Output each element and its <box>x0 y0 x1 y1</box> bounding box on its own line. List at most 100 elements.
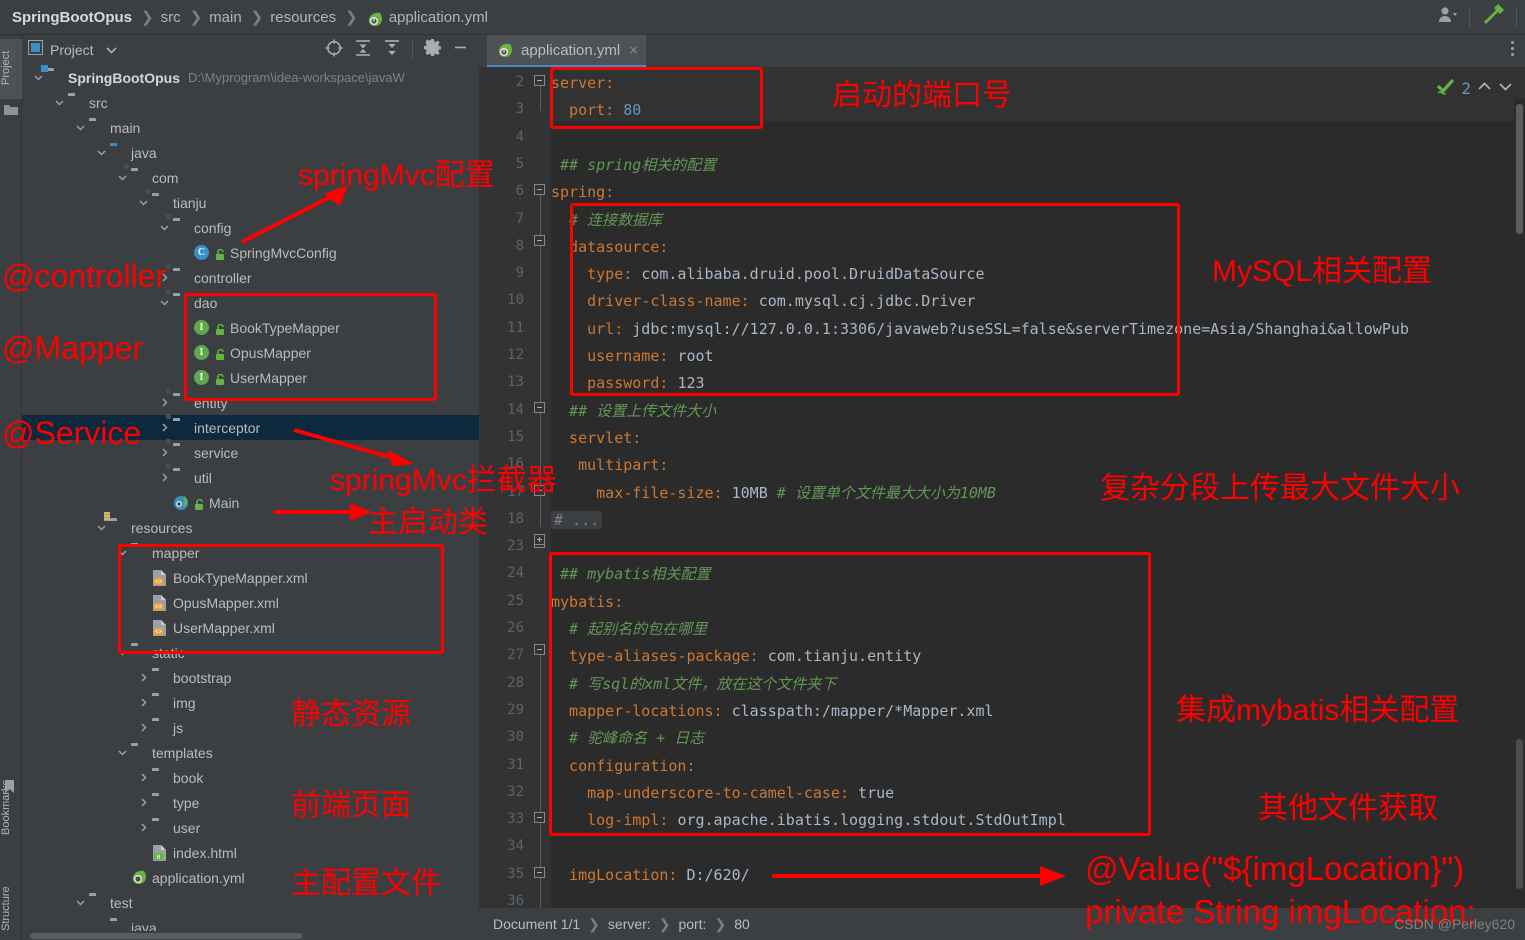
tree-node-bootstrap[interactable]: bootstrap <box>22 665 479 690</box>
fold-toggle-icon[interactable] <box>534 75 545 86</box>
tree-node-tianju[interactable]: tianju <box>22 190 479 215</box>
hammer-build-icon[interactable] <box>1480 2 1506 33</box>
chevron-right-icon[interactable] <box>137 771 150 784</box>
breadcrumb-item-project[interactable]: SpringBootOpus <box>12 9 132 26</box>
code-line[interactable]: server: <box>551 75 614 91</box>
status-server[interactable]: server: <box>608 916 651 932</box>
tree-node-img[interactable]: img <box>22 690 479 715</box>
tree-node-index-html[interactable]: Hindex.html <box>22 840 479 865</box>
breadcrumb-item-resources[interactable]: resources <box>270 9 336 26</box>
code-line[interactable]: multipart: <box>551 457 668 473</box>
chevron-down-icon[interactable] <box>137 196 150 209</box>
editor-tab-application-yml[interactable]: application.yml × <box>487 35 646 67</box>
editor-vertical-scrollbar[interactable] <box>1514 99 1525 908</box>
chevron-down-icon[interactable] <box>74 896 87 909</box>
expand-all-icon[interactable] <box>354 39 372 62</box>
chevron-down-icon[interactable] <box>158 221 171 234</box>
code-line[interactable]: # ... <box>551 510 603 529</box>
tree-node-booktypemapper[interactable]: I BookTypeMapper <box>22 315 479 340</box>
scrollbar-thumb[interactable] <box>30 933 302 939</box>
tree-node-controller[interactable]: controller <box>22 265 479 290</box>
tree-node-springbootopus[interactable]: SpringBootOpus D:\Myprogram\idea-workspac… <box>22 65 479 90</box>
tool-tab-structure[interactable]: Structure <box>0 880 22 940</box>
tree-node-test[interactable]: test <box>22 890 479 915</box>
chevron-right-icon[interactable] <box>158 421 171 434</box>
chevron-right-icon[interactable] <box>158 271 171 284</box>
tree-node-main[interactable]: main <box>22 115 479 140</box>
tree-node-com[interactable]: com <box>22 165 479 190</box>
collapse-all-icon[interactable] <box>383 39 401 62</box>
tree-node-dao[interactable]: dao <box>22 290 479 315</box>
chevron-down-icon[interactable] <box>1498 79 1513 97</box>
code-line[interactable]: datasource: <box>551 239 668 255</box>
project-dropdown-icon[interactable] <box>106 41 117 59</box>
chevron-right-icon[interactable] <box>158 471 171 484</box>
fold-toggle-icon[interactable] <box>534 812 545 823</box>
code-line[interactable]: configuration: <box>551 758 695 774</box>
fold-toggle-icon[interactable] <box>534 867 545 878</box>
chevron-down-icon[interactable] <box>32 71 45 84</box>
fold-toggle-icon[interactable] <box>534 402 545 413</box>
tree-node-static[interactable]: static <box>22 640 479 665</box>
tree-node-opusmapper-xml[interactable]: <> OpusMapper.xml <box>22 590 479 615</box>
chevron-down-icon[interactable] <box>116 546 129 559</box>
breadcrumb-item-src[interactable]: src <box>161 9 181 26</box>
bookmark-icon[interactable] <box>4 780 18 793</box>
chevron-down-icon[interactable] <box>95 146 108 159</box>
chevron-right-icon[interactable] <box>158 396 171 409</box>
chevron-right-icon[interactable] <box>137 671 150 684</box>
fold-toggle-icon[interactable] <box>534 235 545 246</box>
code-line[interactable]: # 连接数据库 <box>551 212 662 228</box>
chevron-right-icon[interactable] <box>158 446 171 459</box>
chevron-down-icon[interactable] <box>53 96 66 109</box>
chevron-right-icon[interactable] <box>137 821 150 834</box>
code-line[interactable]: log-impl: org.apache.ibatis.logging.stdo… <box>551 812 1066 828</box>
locate-target-icon[interactable] <box>325 39 343 62</box>
chevron-down-icon[interactable] <box>116 646 129 659</box>
chevron-down-icon[interactable] <box>158 296 171 309</box>
tree-node-templates[interactable]: templates <box>22 740 479 765</box>
breadcrumb-item-main[interactable]: main <box>209 9 242 26</box>
chevron-right-icon[interactable] <box>137 796 150 809</box>
close-icon[interactable]: × <box>629 42 638 59</box>
tree-node-opusmapper[interactable]: I OpusMapper <box>22 340 479 365</box>
code-line[interactable]: type-aliases-package: com.tianju.entity <box>551 648 921 664</box>
code-line[interactable]: type: com.alibaba.druid.pool.DruidDataSo… <box>551 266 984 282</box>
code-line[interactable]: max-file-size: 10MB # 设置单个文件最大大小为10MB <box>551 485 996 501</box>
chevron-down-icon[interactable] <box>116 746 129 759</box>
tree-node-type[interactable]: type <box>22 790 479 815</box>
project-horizontal-scrollbar[interactable] <box>22 931 478 940</box>
gear-icon[interactable] <box>423 39 442 61</box>
code-line[interactable]: mybatis: <box>551 594 623 610</box>
chevron-right-icon[interactable] <box>137 721 150 734</box>
code-line[interactable]: servlet: <box>551 430 641 446</box>
tree-node-resources[interactable]: resources <box>22 515 479 540</box>
tree-node-mapper[interactable]: mapper <box>22 540 479 565</box>
code-line[interactable]: username: root <box>551 348 713 364</box>
tree-node-src[interactable]: src <box>22 90 479 115</box>
scrollbar-thumb-lower[interactable] <box>1516 739 1523 889</box>
code-line[interactable]: spring: <box>551 184 614 200</box>
code-line[interactable]: mapper-locations: classpath:/mapper/*Map… <box>551 703 993 719</box>
editor-options-icon[interactable] <box>1511 41 1515 59</box>
tree-node-usermapper[interactable]: I UserMapper <box>22 365 479 390</box>
code-line[interactable]: url: jdbc:mysql://127.0.0.1:3306/javaweb… <box>551 321 1409 337</box>
chevron-right-icon[interactable] <box>137 696 150 709</box>
project-tree[interactable]: SpringBootOpus D:\Myprogram\idea-workspac… <box>22 65 479 940</box>
breadcrumb-item-file[interactable]: application.yml <box>389 9 488 26</box>
tree-node-book[interactable]: book <box>22 765 479 790</box>
code-line[interactable]: imgLocation: D:/620/ <box>551 867 750 883</box>
tree-node-user[interactable]: user <box>22 815 479 840</box>
code-line[interactable]: port: 80 <box>551 102 641 118</box>
tree-node-usermapper-xml[interactable]: <> UserMapper.xml <box>22 615 479 640</box>
status-port[interactable]: port: <box>678 916 706 932</box>
scrollbar-thumb[interactable] <box>1516 104 1523 234</box>
tree-node-service[interactable]: service <box>22 440 479 465</box>
fold-toggle-icon[interactable] <box>534 644 545 655</box>
fold-toggle-icon[interactable] <box>534 485 545 496</box>
code-line[interactable]: map-underscore-to-camel-case: true <box>551 785 894 801</box>
chevron-up-icon[interactable] <box>1477 79 1492 97</box>
code-folding-gutter[interactable] <box>531 67 551 908</box>
code-line[interactable]: # 驼峰命名 + 日志 <box>551 730 704 746</box>
user-account-icon[interactable] <box>1437 6 1459 29</box>
